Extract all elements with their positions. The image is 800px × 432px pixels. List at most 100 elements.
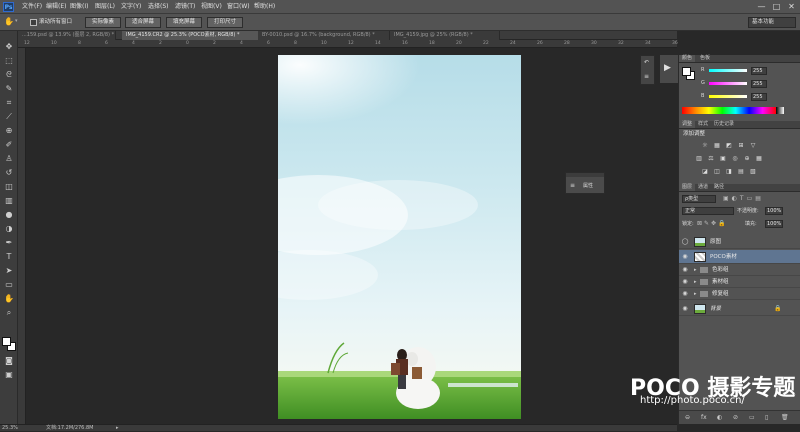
quick-select-tool-icon[interactable]: ✎ — [3, 83, 15, 95]
photo-filter-adjust-icon[interactable]: ◎ — [731, 155, 739, 163]
menu-type[interactable]: 文字(Y) — [121, 2, 141, 12]
layer-row[interactable]: ◉ ▸ 素材组 — [679, 277, 800, 288]
expand-arrow-icon[interactable]: ▸ — [694, 290, 697, 298]
menu-image[interactable]: 图像(I) — [70, 2, 88, 12]
tab-paths[interactable]: 路径 — [711, 184, 727, 191]
color-spectrum-bar[interactable] — [682, 107, 776, 114]
link-layers-icon[interactable]: ⊖ — [685, 414, 693, 422]
maximize-button[interactable]: □ — [770, 1, 783, 12]
screen-mode-icon[interactable]: ▣ — [3, 369, 15, 381]
menu-file[interactable]: 文件(F) — [22, 2, 42, 12]
r-slider[interactable] — [709, 69, 747, 72]
tab-swatches[interactable]: 色板 — [697, 55, 713, 62]
trash-icon[interactable]: 🗑 — [781, 414, 789, 422]
pen-tool-icon[interactable]: ✒ — [3, 237, 15, 249]
brush-tool-icon[interactable]: ✐ — [3, 139, 15, 151]
tab-adjustments[interactable]: 调整 — [679, 121, 696, 128]
foreground-color-swatch[interactable] — [2, 337, 11, 346]
hue-saturation-adjust-icon[interactable]: ▥ — [695, 155, 703, 163]
tab-color[interactable]: 颜色 — [679, 55, 696, 62]
exposure-adjust-icon[interactable]: ⊞ — [737, 142, 745, 150]
move-tool-icon[interactable]: ✥ — [3, 41, 15, 53]
fx-icon[interactable]: fx — [701, 414, 711, 422]
color-balance-adjust-icon[interactable]: ⚖ — [707, 155, 715, 163]
document-canvas[interactable] — [278, 55, 521, 419]
levels-adjust-icon[interactable]: ▦ — [713, 142, 721, 150]
quick-mask-icon[interactable]: ◙ — [3, 355, 15, 367]
properties-label[interactable]: 属性 — [583, 182, 593, 190]
menu-layer[interactable]: 图层(L) — [95, 2, 115, 12]
visibility-icon[interactable]: ◉ — [681, 290, 689, 298]
fill-screen-button[interactable]: 填充屏幕 — [166, 17, 202, 28]
menu-help[interactable]: 帮助(H) — [254, 2, 275, 12]
float-panel-header[interactable] — [566, 173, 604, 177]
invert-adjust-icon[interactable]: ◪ — [701, 168, 709, 176]
layer-row[interactable]: ◯ 原图 — [679, 235, 800, 249]
minimize-button[interactable]: — — [755, 1, 768, 12]
tool-preset-chevron-icon[interactable]: ▾ — [15, 19, 19, 24]
expand-arrow-icon[interactable]: ▸ — [694, 266, 697, 274]
layer-name[interactable]: 原图 — [710, 235, 721, 249]
play-icon[interactable]: ▶ — [664, 62, 674, 74]
history-brush-tool-icon[interactable]: ↺ — [3, 167, 15, 179]
brightness-adjust-icon[interactable]: ☼ — [701, 142, 709, 150]
new-layer-icon[interactable]: ▯ — [765, 414, 773, 422]
workspace-select[interactable]: 基本功能 — [748, 17, 796, 28]
g-value[interactable]: 255 — [751, 80, 767, 88]
adjustment-layer-icon[interactable]: ⊘ — [733, 414, 741, 422]
new-group-icon[interactable]: ▭ — [749, 414, 757, 422]
tab-history[interactable]: 历史记录 — [711, 121, 737, 128]
clone-stamp-tool-icon[interactable]: ♙ — [3, 153, 15, 165]
close-button[interactable]: ✕ — [785, 1, 798, 12]
dodge-tool-icon[interactable]: ◑ — [3, 223, 15, 235]
visibility-icon[interactable]: ◉ — [681, 266, 689, 274]
path-select-tool-icon[interactable]: ➤ — [3, 265, 15, 277]
gradient-tool-icon[interactable]: ▥ — [3, 195, 15, 207]
layer-row[interactable]: ◉ ▸ 色彩组 — [679, 265, 800, 276]
blur-tool-icon[interactable]: ● — [3, 209, 15, 221]
curves-adjust-icon[interactable]: ◩ — [725, 142, 733, 150]
menu-filter[interactable]: 滤镜(T) — [175, 2, 195, 12]
lock-icons[interactable]: ⊠✎✥🔒 — [697, 220, 735, 228]
fill-input[interactable]: 100% — [765, 220, 783, 228]
menu-view[interactable]: 视图(V) — [201, 2, 222, 12]
layer-name[interactable]: 素材组 — [712, 277, 729, 288]
tab-document-2[interactable]: IMG_4159.CR2 @ 25.3% (POCO素材, RGB/8) * — [122, 31, 262, 40]
visibility-icon[interactable]: ◯ — [681, 238, 689, 246]
properties-icon[interactable]: ≡ — [644, 73, 652, 81]
layer-row[interactable]: ◉ POCO素材 — [679, 250, 800, 264]
menu-edit[interactable]: 编辑(E) — [46, 2, 66, 12]
layer-row[interactable]: ◉ 背景 🔒 — [679, 302, 800, 316]
b-value[interactable]: 255 — [751, 93, 767, 101]
threshold-adjust-icon[interactable]: ◨ — [725, 168, 733, 176]
crop-tool-icon[interactable]: ⌗ — [3, 97, 15, 109]
layer-name[interactable]: 色彩组 — [712, 265, 729, 276]
history-icon[interactable]: ↶ — [644, 59, 652, 67]
tab-document-1[interactable]: ...159.psd @ 13.9% (图层 2, RGB/8) * — [18, 31, 116, 40]
lasso-tool-icon[interactable]: ᘓ — [3, 69, 15, 81]
layer-filter-select[interactable]: ρ类型 — [682, 195, 716, 203]
visibility-icon[interactable]: ◉ — [681, 278, 689, 286]
actual-pixels-button[interactable]: 实际像素 — [85, 17, 121, 28]
visibility-icon[interactable]: ◉ — [681, 305, 689, 313]
tab-layers[interactable]: 图层 — [679, 184, 696, 191]
visibility-icon[interactable]: ◉ — [681, 253, 689, 261]
menu-window[interactable]: 窗口(W) — [227, 2, 250, 12]
tab-document-4[interactable]: IMG_4159.jpg @ 25% (RGB/8) * — [390, 31, 500, 40]
grayscale-bar[interactable] — [776, 107, 784, 114]
expand-arrow-icon[interactable]: ▸ — [694, 278, 697, 286]
healing-brush-tool-icon[interactable]: ⊕ — [3, 125, 15, 137]
scroll-all-windows-checkbox[interactable] — [30, 19, 37, 26]
print-size-button[interactable]: 打印尺寸 — [207, 17, 243, 28]
tab-channels[interactable]: 通道 — [695, 184, 711, 191]
add-mask-icon[interactable]: ◐ — [717, 414, 725, 422]
eraser-tool-icon[interactable]: ◫ — [3, 181, 15, 193]
blend-mode-select[interactable]: 正常 — [682, 207, 734, 215]
shape-tool-icon[interactable]: ▭ — [3, 279, 15, 291]
opacity-input[interactable]: 100% — [765, 207, 783, 215]
marquee-tool-icon[interactable]: ⬚ — [3, 55, 15, 67]
zoom-tool-icon[interactable]: ⌕ — [3, 307, 15, 319]
fg-color-chip[interactable] — [682, 67, 691, 76]
layer-name[interactable]: POCO素材 — [710, 250, 737, 264]
tab-document-3[interactable]: BY-0010.psd @ 16.7% (background, RGB/8) … — [258, 31, 390, 40]
